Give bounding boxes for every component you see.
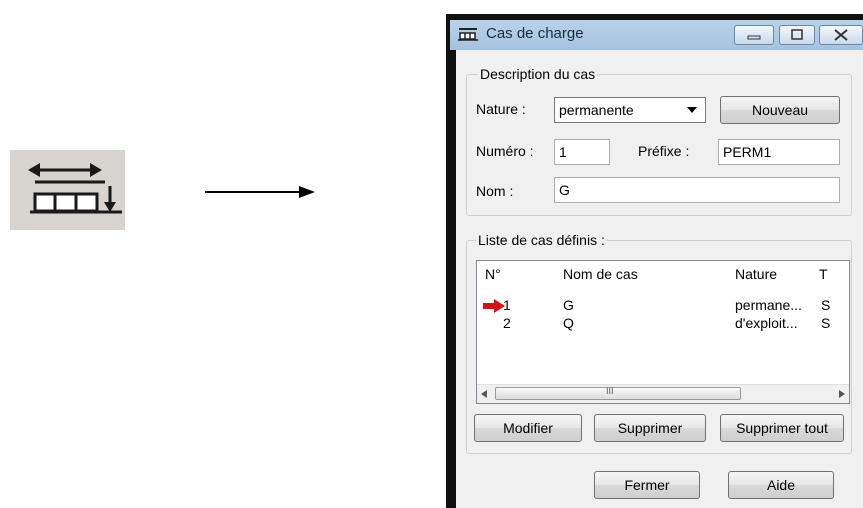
close-icon <box>834 29 848 41</box>
nature-value: permanente <box>559 102 634 118</box>
minimize-icon <box>747 35 761 40</box>
table-row[interactable]: 1 G permane... S <box>477 296 849 316</box>
case-list[interactable]: N° Nom de cas Nature T 1 G permane... S … <box>476 260 850 404</box>
maximize-icon <box>791 29 803 40</box>
current-row-arrow-icon <box>483 299 505 313</box>
description-legend: Description du cas <box>478 66 598 82</box>
row-nature: d'exploit... <box>735 315 798 331</box>
prefixe-field[interactable]: PERM1 <box>718 139 840 165</box>
table-row[interactable]: 2 Q d'exploit... S <box>477 314 849 334</box>
column-header-name[interactable]: Nom de cas <box>563 261 638 287</box>
fermer-button[interactable]: Fermer <box>594 471 700 499</box>
numero-label: Numéro : <box>476 143 534 159</box>
scroll-right-icon[interactable] <box>839 390 845 398</box>
maximize-button[interactable] <box>779 25 815 45</box>
pointer-arrow-icon <box>205 186 315 198</box>
case-list-legend: Liste de cas définis : <box>476 232 607 248</box>
row-num: 2 <box>503 315 511 331</box>
row-name: Q <box>563 315 574 331</box>
prefixe-label: Préfixe : <box>638 143 690 159</box>
aide-button[interactable]: Aide <box>728 471 834 499</box>
modifier-button[interactable]: Modifier <box>474 414 582 442</box>
scroll-left-icon[interactable] <box>481 390 487 398</box>
nature-select[interactable]: permanente <box>554 97 706 123</box>
minimize-button[interactable] <box>734 25 774 45</box>
nature-label: Nature : <box>476 101 526 117</box>
nom-label: Nom : <box>476 183 514 199</box>
supprimer-button[interactable]: Supprimer <box>594 414 706 442</box>
supprimer-tout-button[interactable]: Supprimer tout <box>720 414 844 442</box>
horizontal-scrollbar[interactable]: III <box>477 384 849 403</box>
column-header-type[interactable]: T <box>819 261 828 287</box>
nouveau-button[interactable]: Nouveau <box>720 96 840 124</box>
row-name: G <box>563 297 574 313</box>
row-type: S <box>821 297 831 313</box>
load-case-app-icon <box>458 28 478 41</box>
row-type: S <box>821 315 831 331</box>
chevron-down-icon <box>687 107 697 113</box>
scrollbar-thumb[interactable]: III <box>495 386 741 400</box>
row-num: 1 <box>503 297 511 313</box>
load-case-tool-icon[interactable] <box>10 150 125 230</box>
scroll-grip: III <box>606 386 614 396</box>
numero-field[interactable]: 1 <box>554 139 610 165</box>
nom-field[interactable]: G <box>554 177 840 203</box>
column-header-nature[interactable]: Nature <box>735 261 777 287</box>
close-button[interactable] <box>819 25 863 45</box>
row-nature: permane... <box>735 297 802 313</box>
column-header-num[interactable]: N° <box>485 261 501 287</box>
dialog-title: Cas de charge <box>486 25 584 42</box>
